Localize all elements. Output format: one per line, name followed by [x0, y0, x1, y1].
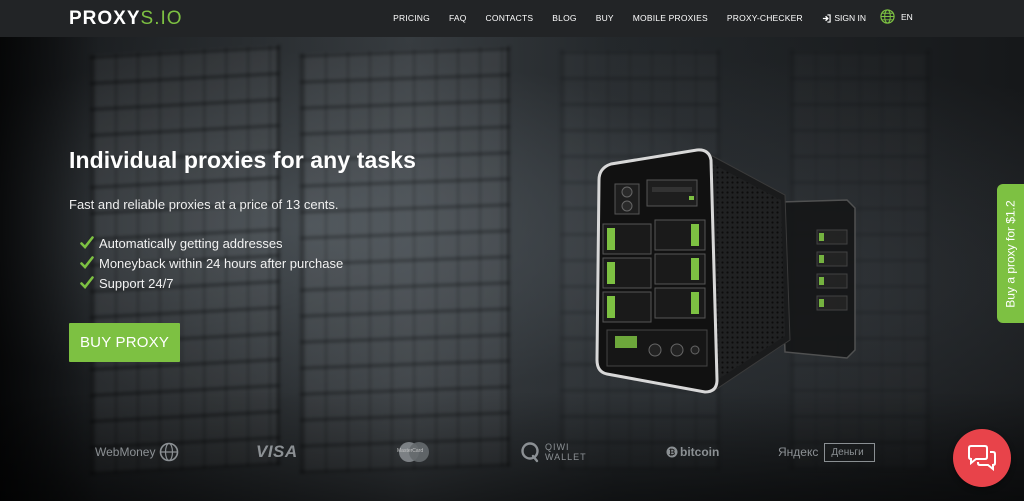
- buy-proxy-button[interactable]: BUY PROXY: [69, 323, 180, 362]
- yandex-text: Яндекс: [778, 445, 819, 459]
- chat-button[interactable]: [953, 429, 1011, 487]
- nav-blog[interactable]: BLOG: [543, 0, 586, 37]
- logo-thin-text: S.IO: [140, 8, 183, 29]
- webmoney-logo: WebMoney: [95, 432, 179, 472]
- nav-pricing[interactable]: PRICING: [384, 0, 440, 37]
- globe-icon: [880, 9, 895, 24]
- server-back: [779, 199, 856, 359]
- nav-proxy-checker[interactable]: PROXY-CHECKER: [717, 0, 812, 37]
- hero-subtitle: Fast and reliable proxies at a price of …: [69, 197, 339, 212]
- language-selector[interactable]: EN: [880, 9, 913, 24]
- qiwi-logo: QIWI WALLET: [520, 432, 587, 472]
- site-logo[interactable]: PROXY S.IO: [69, 9, 183, 29]
- yandex-money-logo: Яндекс Деньги: [778, 432, 875, 472]
- feature-item: Moneyback within 24 hours after purchase: [80, 253, 343, 273]
- yandex-money-box: Деньги: [824, 442, 875, 462]
- qiwi-line2: WALLET: [545, 452, 587, 462]
- mastercard-logo: MasterCard: [396, 432, 432, 472]
- feature-item: Automatically getting addresses: [80, 233, 343, 253]
- check-icon: [80, 236, 94, 249]
- webmoney-text: WebMoney: [95, 445, 156, 459]
- side-tab-label: Buy a proxy for $1.2: [1003, 199, 1018, 308]
- visa-logo: VISA: [256, 442, 298, 461]
- site-header: PROXY S.IO PRICING FAQ CONTACTS BLOG BUY …: [0, 0, 1024, 37]
- sign-in-icon: [823, 14, 832, 23]
- feature-text: Automatically getting addresses: [99, 235, 283, 251]
- main-nav: PRICING FAQ CONTACTS BLOG BUY MOBILE PRO…: [384, 0, 876, 37]
- sign-in-label: SIGN IN: [834, 13, 866, 23]
- feature-item: Support 24/7: [80, 273, 343, 293]
- bitcoin-text: bitcoin: [680, 445, 720, 459]
- mastercard-text: MasterCard: [397, 448, 424, 454]
- chat-icon: [968, 445, 996, 472]
- svg-text:₿: ₿: [669, 448, 676, 457]
- nav-faq[interactable]: FAQ: [439, 0, 476, 37]
- sign-in-link[interactable]: SIGN IN: [812, 0, 876, 37]
- bitcoin-icon: ₿: [666, 446, 678, 458]
- nav-contacts[interactable]: CONTACTS: [476, 0, 543, 37]
- feature-text: Support 24/7: [99, 275, 174, 291]
- buy-proxy-side-tab[interactable]: Buy a proxy for $1.2: [997, 184, 1024, 323]
- webmoney-globe-icon: [160, 442, 179, 462]
- qiwi-icon: [521, 442, 539, 463]
- check-icon: [80, 256, 94, 269]
- feature-list: Automatically getting addresses Moneybac…: [80, 233, 343, 293]
- qiwi-text: QIWI WALLET: [545, 442, 587, 462]
- hero-title: Individual proxies for any tasks: [69, 147, 417, 173]
- qiwi-line1: QIWI: [545, 442, 570, 452]
- server-illustration: [595, 148, 856, 394]
- feature-text: Moneyback within 24 hours after purchase: [99, 255, 344, 271]
- payment-methods: WebMoney VISA MasterCard QIWI WALLET ₿ b…: [0, 432, 1024, 472]
- language-label: EN: [901, 11, 913, 22]
- nav-mobile-proxies[interactable]: MOBILE PROXIES: [623, 0, 717, 37]
- logo-bold-text: PROXY: [69, 8, 141, 29]
- check-icon: [80, 276, 94, 289]
- bitcoin-logo: ₿ bitcoin: [666, 432, 719, 472]
- nav-buy[interactable]: BUY: [586, 0, 623, 37]
